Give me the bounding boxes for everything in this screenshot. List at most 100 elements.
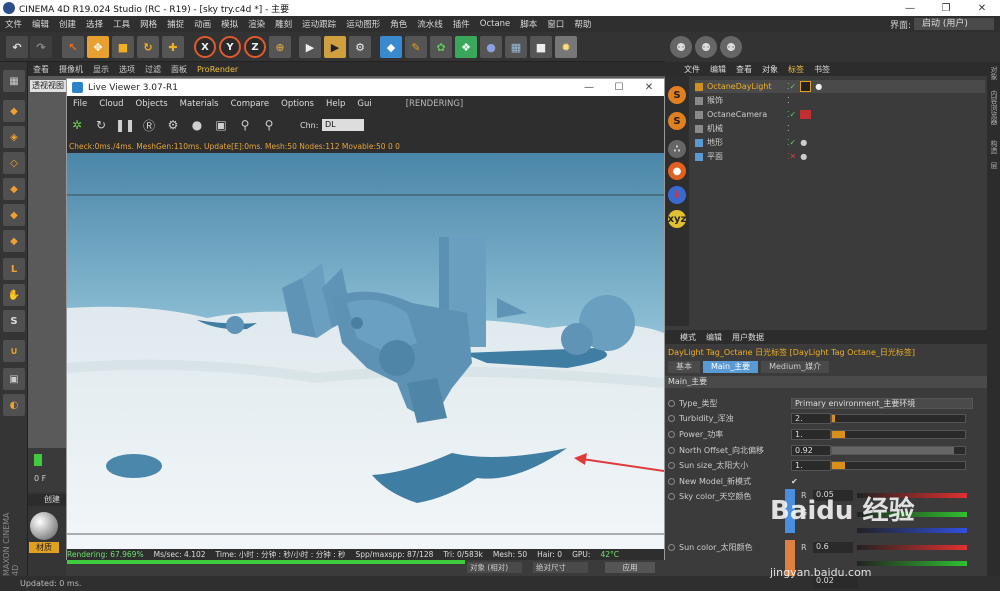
texture-mode-icon[interactable]: ◈	[3, 126, 25, 148]
render-settings-icon[interactable]: ⚙	[349, 36, 371, 58]
animate-dot-icon[interactable]	[668, 446, 675, 454]
obj-menu-bookmarks[interactable]: 书签	[809, 64, 835, 75]
menu-window[interactable]: 窗口	[542, 18, 569, 30]
lv-minimize-button[interactable]: —	[574, 82, 604, 93]
menu-octane[interactable]: Octane	[475, 19, 516, 29]
lv-menu-cloud[interactable]: Cloud	[93, 99, 129, 109]
camera-tag-icon[interactable]	[800, 110, 812, 119]
object-row-3[interactable]: 机械 ⁚	[695, 122, 985, 135]
menu-select[interactable]: 选择	[81, 18, 108, 30]
close-button[interactable]: ✕	[964, 3, 1000, 14]
render-view-icon[interactable]: ▶	[299, 36, 321, 58]
sky-b-gradient[interactable]	[857, 528, 967, 533]
attr-menu-mode[interactable]: 模式	[675, 332, 701, 343]
north-offset-input[interactable]: 0.92	[791, 444, 831, 456]
material-ball-icon[interactable]	[30, 512, 58, 540]
sun-b-input[interactable]: 0.02	[813, 576, 858, 588]
material-create-menu[interactable]: 创建	[28, 494, 66, 506]
live-selection-icon[interactable]: ✚	[162, 36, 184, 58]
menu-script[interactable]: 脚本	[515, 18, 542, 30]
menu-edit[interactable]: 编辑	[27, 18, 54, 30]
move-tool-icon[interactable]: ✥	[87, 36, 109, 58]
enable-axis-icon[interactable]: ◐	[3, 394, 25, 416]
maximize-button[interactable]: ❐	[928, 3, 964, 14]
lock-resolution-icon[interactable]: ▣	[211, 115, 231, 135]
animate-dot-icon[interactable]	[668, 543, 675, 551]
octane-down-arrow-icon[interactable]: ⬇	[668, 186, 686, 204]
coordinate-system-icon[interactable]: ⊕	[269, 36, 291, 58]
sun-r-gradient[interactable]	[857, 545, 967, 550]
pick-focus-icon[interactable]: ⚲	[235, 115, 255, 135]
lv-menu-compare[interactable]: Compare	[225, 99, 276, 109]
coordinate-mode-select[interactable]: 对象 (相对)	[467, 562, 522, 573]
turbidity-input[interactable]: 2.	[791, 412, 831, 424]
menu-pipeline[interactable]: 流水线	[412, 18, 448, 30]
menu-help[interactable]: 帮助	[569, 18, 596, 30]
rotate-tool-icon[interactable]: ↻	[137, 36, 159, 58]
object-row-1[interactable]: 猴饰 ⁚	[695, 94, 985, 107]
material-tag-icon[interactable]: ●	[800, 138, 807, 147]
octane-sphere-icon[interactable]: ●	[668, 162, 686, 180]
axis-mode-icon[interactable]: L	[3, 258, 25, 280]
menu-motion-tracking[interactable]: 运动跟踪	[297, 18, 341, 30]
new-model-checkbox[interactable]: ✔	[791, 477, 798, 486]
menu-simulate[interactable]: 模拟	[216, 18, 243, 30]
layout-preset-1-icon[interactable]: ⚉	[670, 36, 692, 58]
menu-mesh[interactable]: 网格	[135, 18, 162, 30]
lv-menu-gui[interactable]: Gui	[351, 99, 377, 109]
animate-dot-icon[interactable]	[668, 399, 675, 407]
octane-dots-icon[interactable]: ∴	[668, 140, 686, 158]
menu-animate[interactable]: 动画	[189, 18, 216, 30]
material-label[interactable]: 材质	[29, 542, 59, 553]
object-row-octanedaylight[interactable]: OctaneDayLight ⁚✓ ●	[695, 80, 985, 93]
material-preview-icon[interactable]: ●	[187, 115, 207, 135]
visibility-check-icon[interactable]: ⁚✓	[787, 110, 796, 119]
x-axis-lock[interactable]: X	[194, 36, 216, 58]
animate-dot-icon[interactable]	[668, 477, 675, 485]
lv-menu-materials[interactable]: Materials	[174, 99, 225, 109]
tab-medium[interactable]: Medium_媒介	[761, 360, 830, 373]
scale-tool-icon[interactable]: ■	[112, 36, 134, 58]
pause-render-icon[interactable]: ❚❚	[115, 115, 135, 135]
tab-structure[interactable]: 构造	[988, 140, 999, 154]
light-icon[interactable]: ✹	[555, 36, 577, 58]
turbidity-slider[interactable]	[831, 414, 966, 423]
lv-maximize-button[interactable]: ☐	[604, 82, 634, 93]
redo-icon[interactable]: ↷	[30, 36, 52, 58]
z-axis-lock[interactable]: Z	[244, 36, 266, 58]
animate-dot-icon[interactable]	[668, 414, 675, 422]
menu-sculpt[interactable]: 雕刻	[270, 18, 297, 30]
lv-menu-file[interactable]: File	[67, 99, 93, 109]
visibility-check-icon[interactable]: ⁚✓	[787, 82, 796, 91]
subdivision-icon[interactable]: ✿	[430, 36, 452, 58]
select-tool-icon[interactable]: ↖	[62, 36, 84, 58]
apply-button[interactable]: 应用	[605, 562, 655, 573]
north-offset-slider[interactable]	[831, 446, 966, 455]
layout-preset-3-icon[interactable]: ⚉	[720, 36, 742, 58]
viewport-menu-camera[interactable]: 摄像机	[54, 64, 88, 75]
tab-basic[interactable]: 基本	[668, 360, 700, 373]
tweak-icon[interactable]: ✋	[3, 284, 25, 306]
points-mode-icon[interactable]: ◆	[3, 178, 25, 200]
magnet-icon[interactable]: ∪	[3, 340, 25, 362]
viewport-menu-prorender[interactable]: ProRender	[192, 65, 243, 74]
visibility-check-icon[interactable]: ⁚✓	[787, 138, 796, 147]
y-axis-lock[interactable]: Y	[219, 36, 241, 58]
daylight-tag-icon[interactable]	[800, 81, 812, 92]
layout-select[interactable]: 启动 (用户)	[914, 18, 994, 30]
floor-icon[interactable]: ▦	[505, 36, 527, 58]
menu-create[interactable]: 创建	[54, 18, 81, 30]
menu-snap[interactable]: 捕捉	[162, 18, 189, 30]
tab-objects[interactable]: 对象	[988, 66, 999, 80]
octane-s2-icon[interactable]: S	[668, 112, 686, 130]
octane-s-icon[interactable]: S	[668, 86, 686, 104]
cube-icon[interactable]: ◆	[380, 36, 402, 58]
obj-menu-tags[interactable]: 标签	[783, 64, 809, 75]
lv-close-button[interactable]: ✕	[634, 82, 664, 93]
type-select[interactable]: Primary environment_主要环境	[791, 397, 973, 409]
menu-render[interactable]: 渲染	[243, 18, 270, 30]
viewport-menu-view[interactable]: 查看	[28, 64, 54, 75]
object-row-4[interactable]: 地形 ⁚✓ ●	[695, 136, 985, 149]
restart-render-icon[interactable]: ↻	[91, 115, 111, 135]
minimize-button[interactable]: —	[892, 3, 928, 14]
